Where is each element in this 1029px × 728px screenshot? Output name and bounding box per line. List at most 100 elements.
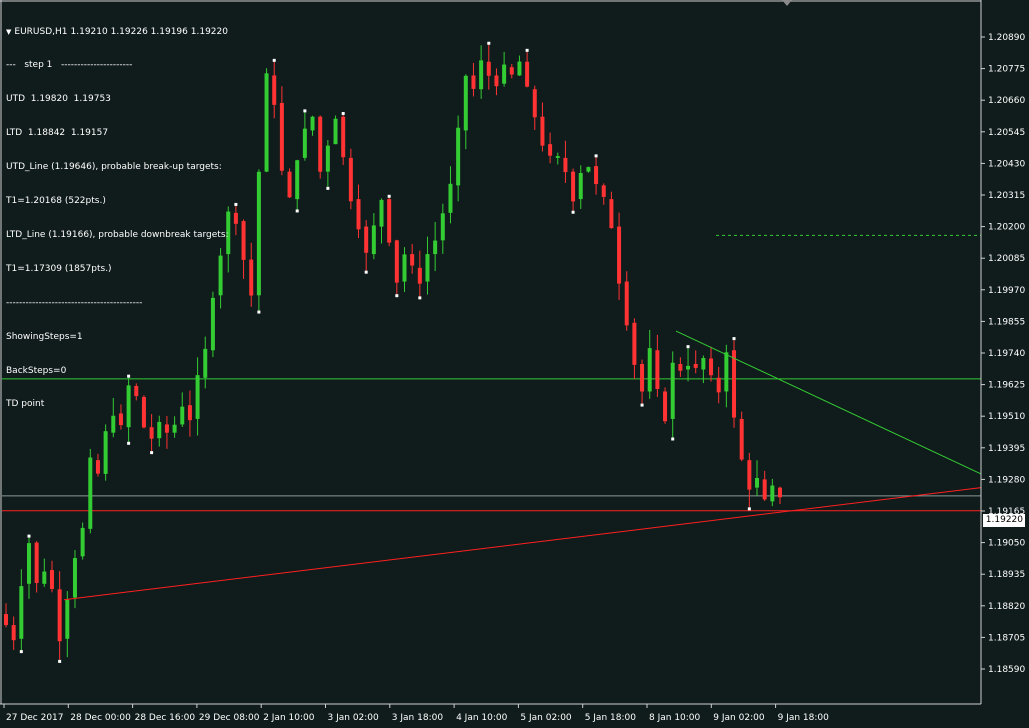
- candle-body: [709, 358, 714, 376]
- candle-body: [632, 322, 637, 365]
- td-point-high: [387, 194, 391, 198]
- time-label: 9 Jan 18:00: [778, 713, 830, 723]
- chart-header: ▼ EURUSD,H1 1.19210 1.19226 1.19196 1.19…: [6, 27, 229, 38]
- candle-body: [279, 102, 284, 171]
- candle-body: [433, 240, 438, 255]
- candle-body: [548, 144, 553, 156]
- candle-body: [57, 589, 62, 642]
- candle-body: [65, 599, 70, 639]
- td-point-low: [326, 186, 330, 190]
- info-line: LTD_Line (1.19166), probable downbreak t…: [6, 229, 229, 240]
- candle-body: [647, 348, 652, 392]
- candle-body: [693, 363, 698, 368]
- price-label: 1.19625: [988, 381, 1025, 391]
- candle-body: [755, 478, 760, 488]
- price-label: 1.20200: [988, 223, 1025, 233]
- symbol-label: EURUSD,H1: [14, 26, 68, 37]
- utd-trendline: [675, 330, 982, 475]
- info-line: TD point: [6, 399, 45, 410]
- candle-body: [410, 254, 415, 266]
- time-label: 2 Jan 10:00: [263, 713, 315, 723]
- price-label: 1.20660: [988, 96, 1025, 106]
- candle-body: [732, 350, 737, 418]
- td-point-low: [395, 294, 399, 298]
- candle-body: [517, 61, 522, 76]
- candle-body: [34, 542, 39, 583]
- candle-body: [42, 571, 47, 584]
- candle-body: [448, 183, 453, 213]
- price-label: 1.20890: [988, 33, 1025, 43]
- current-price-badge: 1.19220: [983, 514, 1025, 527]
- candle-body: [532, 89, 537, 118]
- price-label: 1.20775: [988, 65, 1025, 75]
- time-label: 5 Jan 18:00: [585, 713, 637, 723]
- time-label: 8 Jan 10:00: [649, 713, 701, 723]
- candle-body: [471, 75, 476, 89]
- td-point-low: [127, 441, 131, 445]
- candle-body: [364, 226, 369, 253]
- price-axis: 1.20890 1.20775 1.20660 1.20545 1.20430 1.203…: [980, 0, 1025, 704]
- price-label: 1.19510: [988, 412, 1025, 422]
- info-line: --- step 1 ----------------------: [6, 60, 133, 71]
- candle-body: [624, 281, 629, 326]
- price-label: 1.19050: [988, 539, 1025, 549]
- td-point-low: [364, 270, 368, 274]
- candle-body: [256, 171, 261, 296]
- td-point-high: [272, 58, 276, 62]
- candle-body: [379, 199, 384, 227]
- candle-body: [348, 157, 353, 202]
- candle-body: [95, 460, 100, 474]
- candle-body: [356, 199, 361, 230]
- candle-body: [249, 259, 254, 296]
- candle-body: [555, 156, 560, 158]
- candle-body: [586, 167, 591, 172]
- info-line: UTD 1.19820 1.19753: [6, 94, 111, 105]
- ltd-trendline: [63, 487, 982, 601]
- time-label: 3 Jan 02:00: [328, 713, 380, 723]
- candle-body: [172, 424, 177, 433]
- price-label: 1.19970: [988, 286, 1025, 296]
- candle-body: [663, 391, 668, 422]
- info-line: BackSteps=0: [6, 365, 67, 376]
- price-label: 1.19280: [988, 475, 1025, 485]
- time-label: 29 Dec 08:00: [199, 713, 260, 723]
- candle-body: [456, 127, 461, 186]
- candle-body: [678, 363, 683, 371]
- td-point-high: [686, 345, 690, 349]
- td-point-low: [671, 437, 675, 441]
- candle-body: [486, 61, 491, 76]
- candle-body: [640, 363, 645, 392]
- candle-body: [563, 157, 568, 173]
- candle-body: [425, 254, 430, 282]
- info-line: T1=1.20168 (522pts.): [6, 196, 106, 207]
- candle-body: [609, 199, 614, 229]
- candle-body: [417, 267, 422, 284]
- td-point-low: [58, 659, 62, 663]
- candle-body: [724, 352, 729, 392]
- candle-body: [333, 118, 338, 145]
- info-line: LTD 1.18842 1.19157: [6, 128, 109, 139]
- candle-body: [11, 625, 16, 641]
- candle-body: [387, 199, 392, 243]
- price-label: 1.20545: [988, 128, 1025, 138]
- td-point-high: [594, 154, 598, 158]
- candle-body: [479, 60, 484, 90]
- candle-body: [103, 431, 108, 474]
- info-line: UTD_Line (1.19646), probable break-up ta…: [6, 162, 222, 173]
- candle-body: [747, 460, 752, 490]
- candle-body: [578, 173, 583, 200]
- time-label: 27 Dec 2017: [6, 713, 64, 723]
- td-point-low: [418, 296, 422, 300]
- td-point-low: [19, 650, 23, 654]
- candle-body: [770, 485, 775, 502]
- candle-body: [739, 418, 744, 460]
- candle-body: [463, 75, 468, 131]
- candle-body: [325, 145, 330, 172]
- candle-body: [601, 185, 606, 197]
- candle-body: [341, 116, 346, 158]
- candle-body: [233, 212, 238, 224]
- triangle-down-icon[interactable]: ▼: [6, 27, 11, 38]
- candle-body: [494, 75, 499, 87]
- candle-body: [617, 226, 622, 284]
- chart-shift-marker[interactable]: [782, 0, 792, 6]
